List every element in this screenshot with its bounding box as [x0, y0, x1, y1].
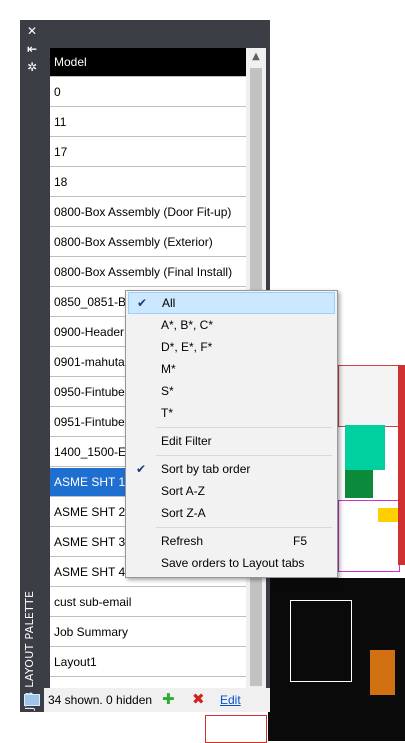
menu-item-label: Edit Filter: [161, 434, 212, 448]
menu-item-filter[interactable]: M*: [128, 358, 335, 380]
layout-item-model[interactable]: Model: [50, 48, 246, 77]
palette-title-bar[interactable]: ✕ ⇤ ✲ JTB LAYOUT PALETTE: [20, 20, 44, 712]
cad-drawing-detail: [205, 715, 267, 743]
menu-item-filter[interactable]: D*, E*, F*: [128, 336, 335, 358]
menu-item-sort[interactable]: ✔ Sort by tab order: [128, 458, 335, 480]
layout-item[interactable]: 17: [50, 138, 246, 167]
menu-item-label: A*, B*, C*: [161, 318, 214, 332]
close-icon[interactable]: ✕: [24, 24, 40, 38]
menu-item-filter[interactable]: S*: [128, 380, 335, 402]
layout-item[interactable]: 0800-Box Assembly (Door Fit-up): [50, 198, 246, 227]
layout-item[interactable]: cust sub-email: [50, 588, 246, 617]
menu-item-filter[interactable]: A*, B*, C*: [128, 314, 335, 336]
autohide-icon[interactable]: ⇤: [24, 42, 40, 56]
menu-separator: [156, 455, 332, 456]
palette-menu-icon[interactable]: [24, 694, 40, 706]
menu-item-label: T*: [161, 406, 173, 420]
layout-item[interactable]: 0800-Box Assembly (Exterior): [50, 228, 246, 257]
menu-item-label: Sort A-Z: [161, 484, 206, 498]
menu-item-save-orders[interactable]: Save orders to Layout tabs: [128, 552, 335, 574]
layout-item[interactable]: 0: [50, 78, 246, 107]
check-icon: ✔: [136, 296, 148, 310]
menu-item-label: Refresh: [161, 534, 204, 548]
menu-item-label: All: [162, 296, 176, 310]
cad-drawing-detail: [345, 425, 385, 470]
palette-status-bar: 34 shown. 0 hidden ✚ ✖ Edit: [44, 688, 270, 712]
check-icon: ✔: [135, 462, 147, 476]
menu-separator: [156, 427, 332, 428]
menu-item-label: Save orders to Layout tabs: [161, 556, 305, 570]
cad-drawing-detail: [345, 470, 373, 498]
menu-item-filter[interactable]: T*: [128, 402, 335, 424]
menu-item-sort[interactable]: Sort A-Z: [128, 480, 335, 502]
cad-drawing-detail: [398, 365, 405, 565]
layout-item[interactable]: Layout1: [50, 648, 246, 677]
layout-item[interactable]: Job Summary: [50, 618, 246, 647]
layout-item[interactable]: 18: [50, 168, 246, 197]
menu-item-label: D*, E*, F*: [161, 340, 213, 354]
layout-item[interactable]: 11: [50, 108, 246, 137]
context-menu: ✔ All A*, B*, C* D*, E*, F* M* S* T* Edit Filte…: [125, 290, 338, 578]
cad-drawing-detail: [370, 650, 395, 695]
cad-drawing-detail: [290, 600, 352, 682]
delete-icon[interactable]: ✖: [192, 691, 205, 707]
edit-link[interactable]: Edit: [220, 693, 241, 707]
layout-count-status: 34 shown. 0 hidden: [48, 693, 153, 707]
menu-item-filter[interactable]: ✔ All: [128, 292, 335, 314]
menu-item-sort[interactable]: Sort Z-A: [128, 502, 335, 524]
menu-shortcut: F5: [292, 534, 307, 548]
properties-icon[interactable]: ✲: [24, 60, 40, 74]
scroll-up-icon[interactable]: ▲: [246, 48, 266, 66]
cad-drawing-detail: [338, 365, 405, 427]
menu-item-label: M*: [161, 362, 176, 376]
palette-title: JTB LAYOUT PALETTE: [23, 590, 36, 710]
menu-item-label: Sort Z-A: [161, 506, 206, 520]
cad-drawing-detail: [378, 508, 398, 522]
add-icon[interactable]: ✚: [162, 691, 175, 707]
menu-item-refresh[interactable]: Refresh F5: [128, 530, 335, 552]
menu-item-label: Sort by tab order: [161, 462, 251, 476]
menu-item-edit-filter[interactable]: Edit Filter: [128, 430, 335, 452]
menu-separator: [156, 527, 332, 528]
layout-item[interactable]: 0800-Box Assembly (Final Install): [50, 258, 246, 287]
menu-item-label: S*: [161, 384, 174, 398]
